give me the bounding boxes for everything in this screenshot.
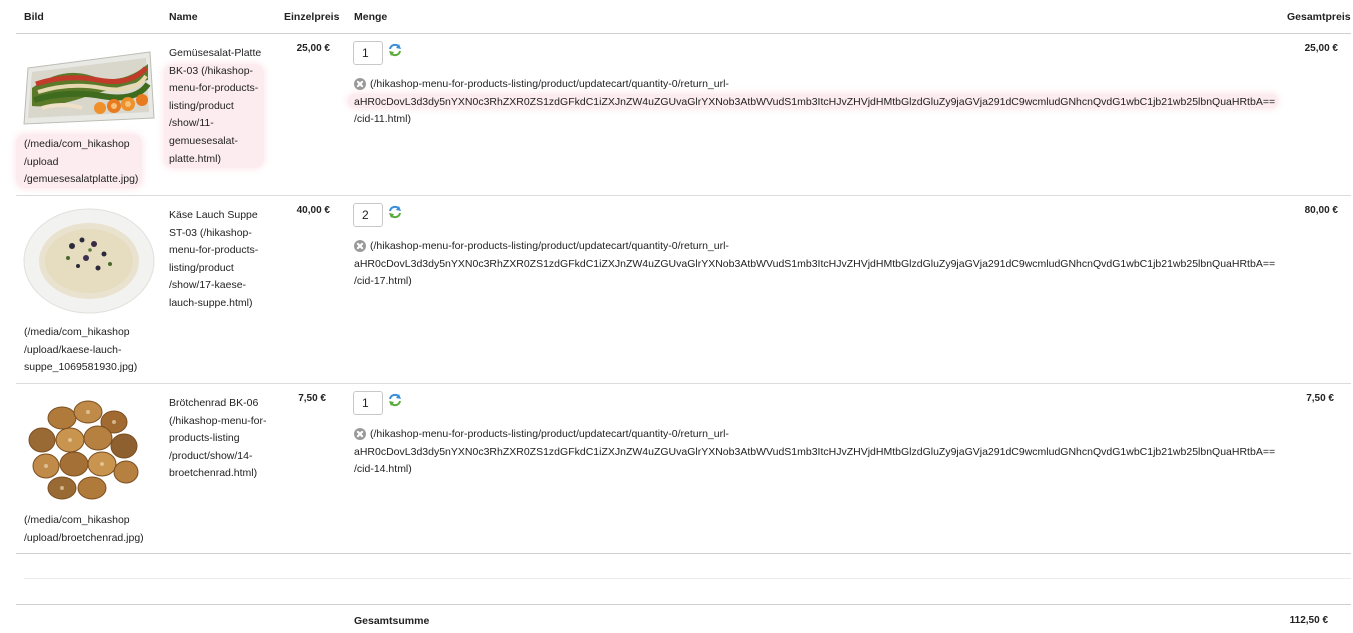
- product-name-link[interactable]: Brötchenrad BK-06 (/hikashop-menu-for- p…: [169, 395, 266, 483]
- footer-divider: [16, 604, 1351, 605]
- remove-item-link[interactable]: (/hikashop-menu-for-products-listing/pro…: [354, 76, 1275, 129]
- quantity-input[interactable]: [353, 391, 383, 415]
- refresh-icon[interactable]: [388, 393, 402, 407]
- grand-total-value: 112,50 €: [1289, 615, 1328, 626]
- image-link[interactable]: (/media/com_hikashop /upload /gemuesesal…: [24, 136, 138, 189]
- unit-price: 40,00 €: [296, 205, 330, 216]
- product-image-kaese-lauch-suppe[interactable]: [22, 206, 156, 316]
- product-name-link[interactable]: Gemüsesalat-Platte BK-03 (/hikashop- men…: [169, 45, 261, 168]
- product-image-gemuesesalat-platte[interactable]: [22, 46, 156, 128]
- refresh-icon[interactable]: [388, 43, 402, 57]
- unit-price: 7,50 €: [298, 393, 326, 404]
- grand-total-label: Gesamtsumme: [354, 615, 430, 627]
- column-header-menge: Menge: [354, 11, 388, 23]
- row-divider: [16, 195, 1351, 196]
- image-link[interactable]: (/media/com_hikashop /upload/kaese-lauch…: [24, 324, 137, 377]
- remove-item-link[interactable]: (/hikashop-menu-for-products-listing/pro…: [354, 426, 1275, 479]
- column-header-bild: Bild: [24, 11, 44, 23]
- row-divider: [16, 553, 1351, 554]
- column-header-name: Name: [169, 11, 198, 23]
- unit-price: 25,00 €: [296, 43, 330, 54]
- column-header-einzelpreis: Einzelpreis: [284, 11, 340, 23]
- total-price: 80,00 €: [1304, 205, 1338, 216]
- spacer-divider: [24, 578, 1351, 579]
- column-header-gesamtpreis: Gesamtpreis: [1287, 11, 1351, 23]
- image-link[interactable]: (/media/com_hikashop /upload/broetchenra…: [24, 512, 144, 547]
- product-image-broetchenrad[interactable]: [22, 396, 144, 504]
- header-divider: [16, 33, 1351, 34]
- quantity-input[interactable]: [353, 203, 383, 227]
- remove-item-link[interactable]: (/hikashop-menu-for-products-listing/pro…: [354, 238, 1275, 291]
- total-price: 25,00 €: [1304, 43, 1338, 54]
- refresh-icon[interactable]: [388, 205, 402, 219]
- product-name-link[interactable]: Käse Lauch Suppe ST-03 (/hikashop- menu-…: [169, 207, 258, 313]
- total-price: 7,50 €: [1306, 393, 1334, 404]
- quantity-input[interactable]: [353, 41, 383, 65]
- row-divider: [16, 383, 1351, 384]
